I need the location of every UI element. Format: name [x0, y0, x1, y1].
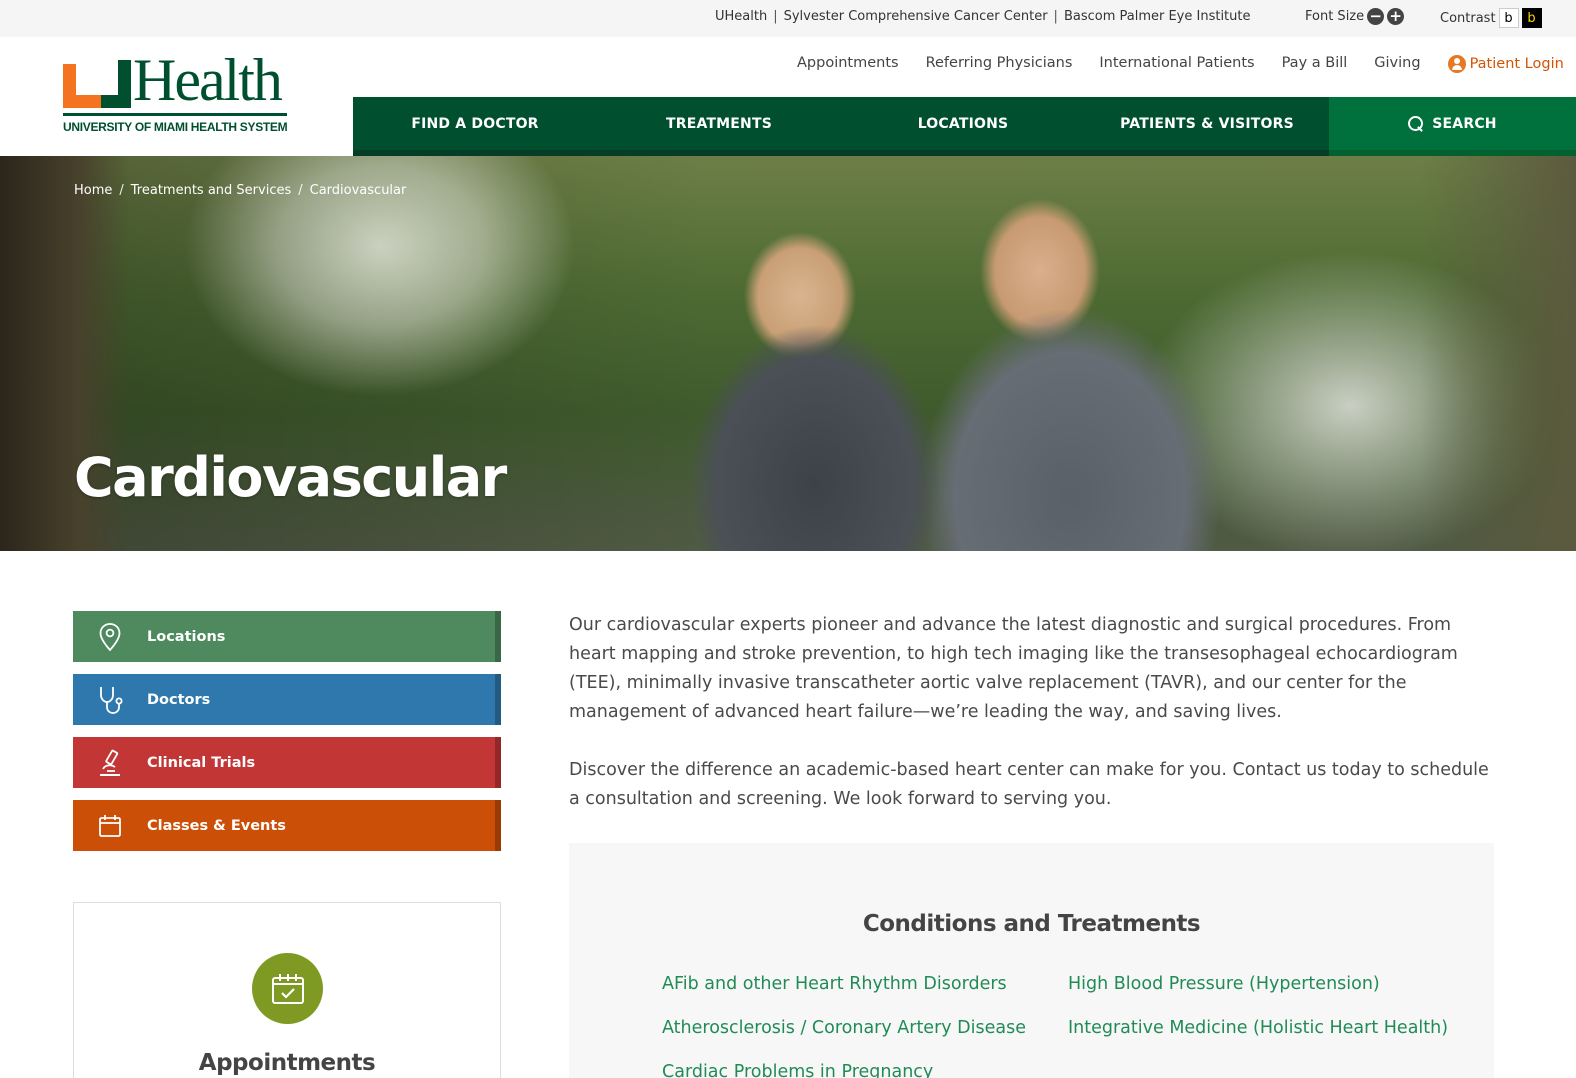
main-nav-locations[interactable]: LOCATIONS: [841, 97, 1085, 156]
logo-wordmark: Health: [133, 47, 283, 113]
map-pin-icon: [73, 622, 147, 651]
nav-appointments[interactable]: Appointments: [797, 55, 899, 73]
uhealth-link[interactable]: UHealth: [715, 9, 767, 24]
breadcrumb-home[interactable]: Home: [74, 183, 112, 198]
intro-paragraph: Discover the difference an academic-base…: [569, 760, 1489, 809]
patient-login-link[interactable]: Patient Login: [1447, 55, 1564, 73]
condition-link[interactable]: High Blood Pressure (Hypertension): [1068, 970, 1458, 999]
calendar-icon: [73, 814, 147, 838]
breadcrumb-separator: /: [298, 183, 303, 198]
logo-rule: [63, 113, 287, 116]
intro-text: Our cardiovascular experts pioneer and a…: [569, 611, 1494, 843]
breadcrumb-treatments[interactable]: Treatments and Services: [131, 183, 291, 198]
main-nav-find-a-doctor[interactable]: FIND A DOCTOR: [353, 97, 597, 156]
main-nav-treatments[interactable]: TREATMENTS: [597, 97, 841, 156]
calendar-check-icon: [252, 953, 323, 1024]
side-nav-classes-events[interactable]: Classes & Events: [73, 800, 501, 851]
side-nav-clinical-trials[interactable]: Clinical Trials: [73, 737, 501, 788]
stethoscope-icon: [73, 685, 147, 715]
logo-j-mark: [101, 60, 131, 108]
condition-link[interactable]: Cardiac Problems in Pregnancy: [662, 1058, 1052, 1078]
microscope-icon: [73, 749, 147, 777]
font-size-label: Font Size: [1305, 9, 1365, 24]
nav-pay-a-bill[interactable]: Pay a Bill: [1282, 55, 1348, 73]
side-nav-doctors[interactable]: Doctors: [73, 674, 501, 725]
font-size-control: Font Size − +: [1305, 8, 1405, 25]
condition-link[interactable]: Integrative Medicine (Holistic Heart Hea…: [1068, 1014, 1458, 1043]
side-nav-label: Doctors: [147, 691, 211, 708]
top-nav: Appointments Referring Physicians Intern…: [797, 55, 1564, 73]
logo-subtitle: UNIVERSITY OF MIAMI HEALTH SYSTEM: [63, 120, 288, 134]
side-nav: Locations Doctors Clinical Trials Classe…: [73, 611, 501, 863]
user-icon: [1447, 55, 1466, 73]
conditions-column-right: High Blood Pressure (Hypertension) Integ…: [1068, 970, 1458, 1058]
patient-login-label: Patient Login: [1469, 56, 1564, 72]
font-decrease-icon[interactable]: −: [1367, 8, 1385, 25]
uhealth-logo[interactable]: Health UNIVERSITY OF MIAMI HEALTH SYSTEM: [63, 50, 288, 138]
search-label: SEARCH: [1432, 115, 1497, 132]
main-nav: FIND A DOCTOR TREATMENTS LOCATIONS PATIE…: [353, 97, 1576, 156]
page-title: Cardiovascular: [74, 446, 507, 509]
breadcrumb-separator: /: [119, 183, 124, 198]
separator: |: [1053, 9, 1058, 24]
side-nav-label: Classes & Events: [147, 817, 286, 834]
condition-link[interactable]: Atherosclerosis / Coronary Artery Diseas…: [662, 1014, 1052, 1043]
conditions-title: Conditions and Treatments: [862, 911, 1201, 937]
main-nav-patients-visitors[interactable]: PATIENTS & VISITORS: [1085, 97, 1329, 156]
font-increase-icon[interactable]: +: [1387, 8, 1405, 25]
contrast-dark-button[interactable]: b: [1521, 8, 1542, 28]
nav-international-patients[interactable]: International Patients: [1099, 55, 1254, 73]
side-nav-label: Clinical Trials: [147, 754, 256, 771]
breadcrumb-current: Cardiovascular: [309, 183, 407, 198]
contrast-label: Contrast: [1440, 10, 1496, 26]
contrast-control: Contrast b b: [1440, 8, 1542, 28]
appointments-card[interactable]: Appointments: [73, 902, 501, 1078]
separator: |: [773, 9, 778, 24]
conditions-panel: Conditions and Treatments AFib and other…: [569, 843, 1494, 1078]
contrast-light-button[interactable]: b: [1498, 8, 1519, 28]
hero-banner: Home / Treatments and Services / Cardiov…: [0, 156, 1576, 551]
search-icon: [1408, 115, 1424, 132]
side-nav-locations[interactable]: Locations: [73, 611, 501, 662]
condition-link[interactable]: AFib and other Heart Rhythm Disorders: [662, 970, 1052, 999]
nav-giving[interactable]: Giving: [1374, 55, 1420, 73]
conditions-column-left: AFib and other Heart Rhythm Disorders At…: [662, 970, 1052, 1078]
affiliate-links: UHealth | Sylvester Comprehensive Cancer…: [715, 9, 1251, 24]
side-nav-label: Locations: [147, 628, 226, 645]
intro-paragraph: Our cardiovascular experts pioneer and a…: [569, 615, 1458, 722]
nav-referring-physicians[interactable]: Referring Physicians: [926, 55, 1073, 73]
appointments-card-title: Appointments: [198, 1050, 376, 1076]
breadcrumb: Home / Treatments and Services / Cardiov…: [74, 183, 406, 198]
bascom-palmer-link[interactable]: Bascom Palmer Eye Institute: [1064, 9, 1251, 24]
utility-bar: UHealth | Sylvester Comprehensive Cancer…: [0, 0, 1576, 37]
sylvester-link[interactable]: Sylvester Comprehensive Cancer Center: [784, 9, 1048, 24]
search-button[interactable]: SEARCH: [1329, 97, 1576, 156]
